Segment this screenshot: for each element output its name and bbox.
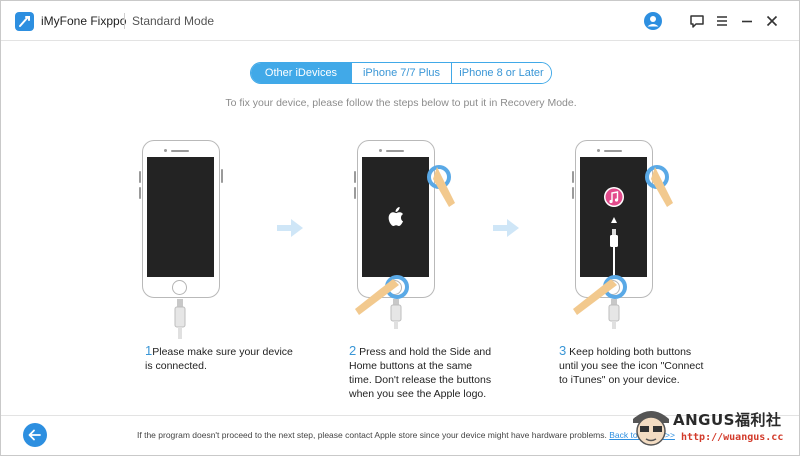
- volume-button: [139, 187, 141, 199]
- watermark: ANGUS福利社 http://wuangus.cc: [629, 401, 800, 456]
- hand-press-icon: [355, 165, 455, 315]
- speaker-slot: [604, 150, 622, 152]
- device-tabs: Other iDevices iPhone 7/7 Plus iPhone 8 …: [250, 62, 552, 84]
- tab-other-idevices[interactable]: Other iDevices: [251, 63, 351, 83]
- close-icon[interactable]: [763, 12, 781, 30]
- phone-illustration-1: [139, 140, 223, 298]
- minimize-icon[interactable]: [738, 12, 756, 30]
- mode-label: Standard Mode: [132, 14, 215, 28]
- footer-text: If the program doesn't proceed to the ne…: [137, 430, 607, 440]
- step-number: 3: [559, 343, 567, 358]
- arrow-left-icon: [28, 429, 41, 441]
- step-text: Keep holding both buttons until you see …: [559, 346, 704, 386]
- camera-dot: [164, 149, 167, 152]
- step-2: 2 Press and hold the Side and Home butto…: [349, 344, 497, 401]
- user-icon[interactable]: [644, 12, 662, 30]
- app-logo-icon: [15, 12, 34, 31]
- app-window: iMyFone Fixppo Standard Mode Other iDevi…: [0, 0, 800, 456]
- tab-iphone-7[interactable]: iPhone 7/7 Plus: [351, 63, 451, 83]
- volume-button: [139, 171, 141, 183]
- title-divider: [124, 13, 125, 29]
- phone-screen: [147, 157, 214, 277]
- step-1: 1Please make sure your device is connect…: [145, 344, 295, 373]
- mascot-icon: [633, 411, 669, 446]
- speaker-slot: [386, 150, 404, 152]
- arrow-right-icon: [493, 219, 519, 237]
- back-button[interactable]: [23, 423, 47, 447]
- instruction-text: To fix your device, please follow the st…: [225, 97, 577, 109]
- side-button: [221, 169, 223, 183]
- step-text: Please make sure your device is connecte…: [145, 346, 293, 372]
- usb-cable-icon: [390, 299, 402, 329]
- watermark-title: ANGUS福利社: [673, 411, 782, 429]
- step-text: Press and hold the Side and Home buttons…: [349, 346, 492, 400]
- watermark-url: http://wuangus.cc: [681, 432, 784, 443]
- camera-dot: [379, 149, 382, 152]
- feedback-icon[interactable]: [688, 12, 706, 30]
- footer-message: If the program doesn't proceed to the ne…: [137, 430, 675, 440]
- menu-icon[interactable]: [713, 12, 731, 30]
- speaker-slot: [171, 150, 189, 152]
- title-bar: iMyFone Fixppo Standard Mode: [1, 1, 799, 41]
- usb-cable-icon: [174, 299, 186, 339]
- hand-press-icon: [573, 165, 673, 315]
- step-3: 3 Keep holding both buttons until you se…: [559, 344, 709, 387]
- usb-cable-icon: [608, 299, 620, 329]
- camera-dot: [597, 149, 600, 152]
- home-button: [172, 280, 187, 295]
- step-number: 2: [349, 343, 357, 358]
- arrow-right-icon: [277, 219, 303, 237]
- app-name: iMyFone Fixppo: [41, 14, 127, 28]
- tab-iphone-8-or-later[interactable]: iPhone 8 or Later: [451, 63, 551, 83]
